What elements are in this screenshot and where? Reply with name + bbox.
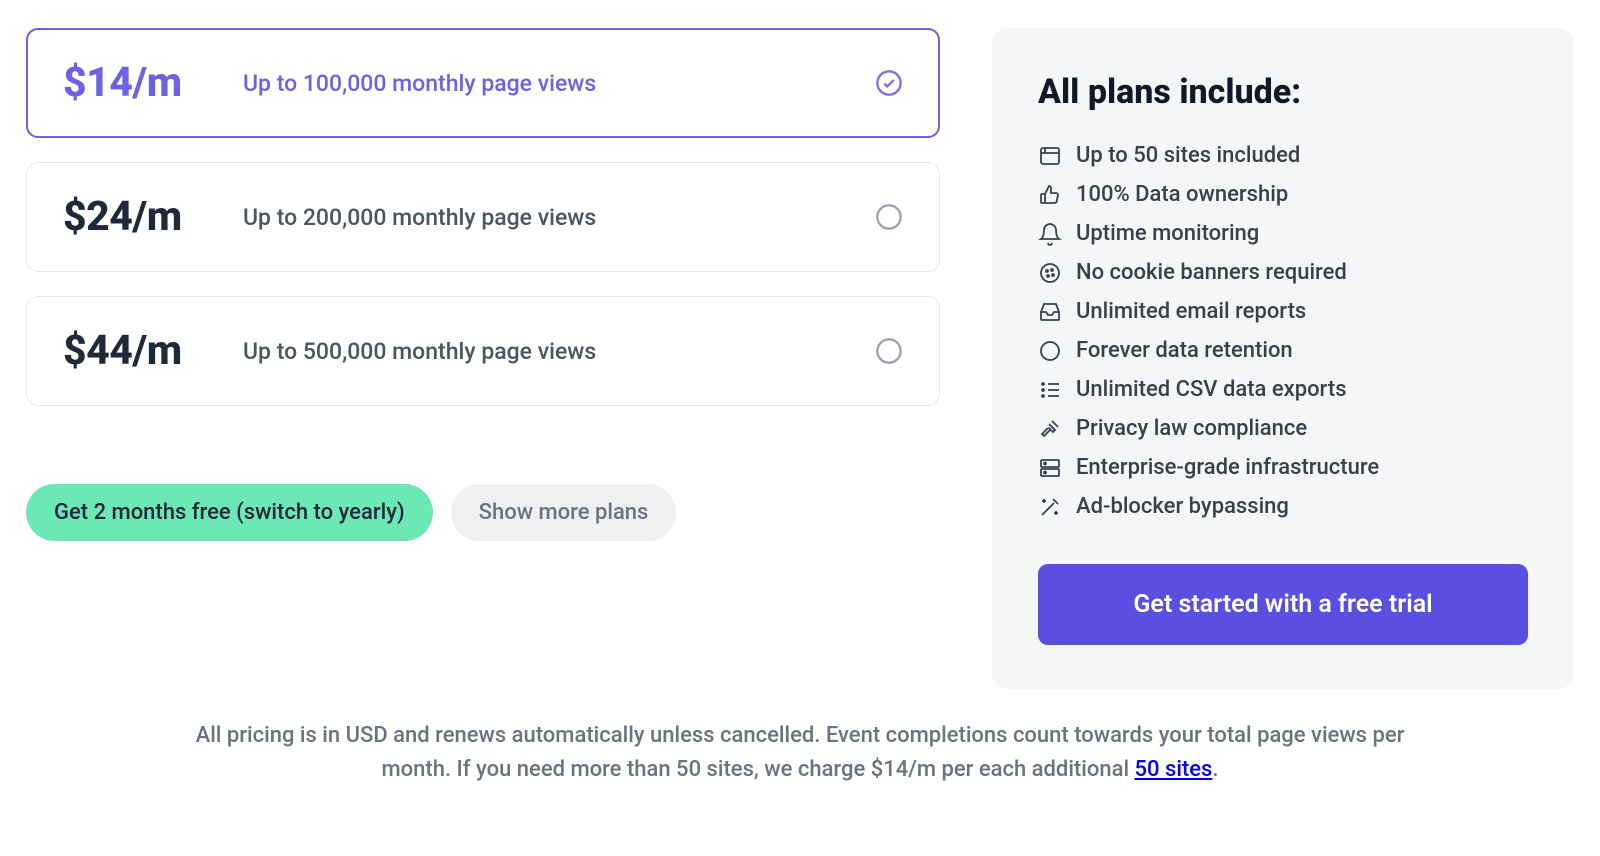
feature-label: Uptime monitoring: [1076, 221, 1259, 246]
pricing-footnote: All pricing is in USD and renews automat…: [50, 719, 1550, 787]
features-title: All plans include:: [1038, 72, 1528, 112]
feature-item-adblocker: Ad-blocker bypassing: [1038, 487, 1528, 526]
feature-item-cookies: No cookie banners required: [1038, 253, 1528, 292]
footnote-line1: All pricing is in USD and renews automat…: [196, 723, 1405, 748]
features-panel: All plans include: Up to 50 sites includ…: [992, 28, 1574, 689]
plan-price: $24/m: [63, 193, 243, 241]
cookie-icon: [1038, 261, 1062, 285]
feature-item-uptime: Uptime monitoring: [1038, 214, 1528, 253]
feature-item-reports: Unlimited email reports: [1038, 292, 1528, 331]
start-trial-button[interactable]: Get started with a free trial: [1038, 564, 1528, 645]
feature-label: Ad-blocker bypassing: [1076, 494, 1289, 519]
feature-item-retention: Forever data retention: [1038, 331, 1528, 370]
additional-sites-link[interactable]: 50 sites: [1135, 757, 1213, 782]
feature-label: Up to 50 sites included: [1076, 143, 1300, 168]
server-icon: [1038, 456, 1062, 480]
gavel-icon: [1038, 417, 1062, 441]
feature-item-exports: Unlimited CSV data exports: [1038, 370, 1528, 409]
footnote-line2a: month. If you need more than 50 sites, w…: [382, 757, 1135, 782]
feature-label: 100% Data ownership: [1076, 182, 1288, 207]
feature-item-infra: Enterprise-grade infrastructure: [1038, 448, 1528, 487]
feature-label: Unlimited email reports: [1076, 299, 1306, 324]
plan-option-14[interactable]: $14/m Up to 100,000 monthly page views: [26, 28, 940, 138]
feature-label: Privacy law compliance: [1076, 416, 1307, 441]
radio-unchecked-icon: [875, 337, 903, 365]
plan-option-44[interactable]: $44/m Up to 500,000 monthly page views: [26, 296, 940, 406]
plans-column: $14/m Up to 100,000 monthly page views $…: [26, 28, 940, 689]
plan-description: Up to 100,000 monthly page views: [243, 70, 875, 97]
thumbs-up-icon: [1038, 183, 1062, 207]
feature-label: No cookie banners required: [1076, 260, 1347, 285]
bell-icon: [1038, 222, 1062, 246]
footnote-line2b: .: [1212, 757, 1218, 782]
plan-price: $44/m: [63, 327, 243, 375]
show-more-plans-button[interactable]: Show more plans: [451, 484, 677, 541]
plan-price: $14/m: [63, 59, 243, 107]
plan-actions: Get 2 months free (switch to yearly) Sho…: [26, 484, 940, 541]
feature-item-ownership: 100% Data ownership: [1038, 175, 1528, 214]
check-circle-icon: [875, 69, 903, 97]
switch-yearly-button[interactable]: Get 2 months free (switch to yearly): [26, 484, 433, 541]
magic-wand-icon: [1038, 495, 1062, 519]
inbox-icon: [1038, 300, 1062, 324]
plan-option-24[interactable]: $24/m Up to 200,000 monthly page views: [26, 162, 940, 272]
plan-description: Up to 500,000 monthly page views: [243, 338, 875, 365]
window-icon: [1038, 144, 1062, 168]
feature-item-sites: Up to 50 sites included: [1038, 136, 1528, 175]
radio-unchecked-icon: [875, 203, 903, 231]
feature-item-privacy: Privacy law compliance: [1038, 409, 1528, 448]
feature-label: Forever data retention: [1076, 338, 1293, 363]
feature-label: Enterprise-grade infrastructure: [1076, 455, 1379, 480]
plan-description: Up to 200,000 monthly page views: [243, 204, 875, 231]
list-icon: [1038, 378, 1062, 402]
feature-label: Unlimited CSV data exports: [1076, 377, 1347, 402]
circle-icon: [1038, 339, 1062, 363]
